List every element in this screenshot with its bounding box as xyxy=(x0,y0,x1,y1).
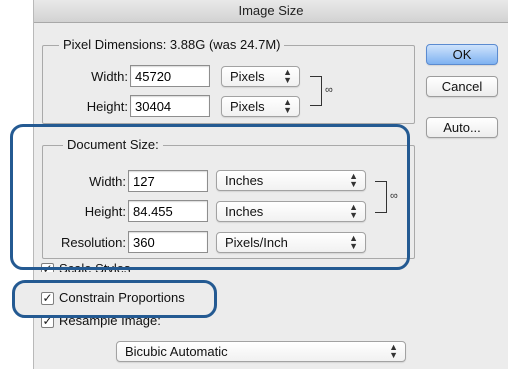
pixel-link-bracket xyxy=(310,76,322,106)
pixel-dimensions-legend: Pixel Dimensions: 3.88G (was 24.7M) xyxy=(59,37,285,52)
up-down-arrows-icon: ▲ ▼ xyxy=(389,342,398,360)
pixel-width-unit-value: Pixels xyxy=(230,69,265,84)
cancel-button[interactable]: Cancel xyxy=(426,76,498,97)
constrain-proportions-label-overlay: Constrain Proportions xyxy=(59,290,185,305)
constrain-proportions-checkbox-overlay[interactable]: ✓ xyxy=(41,292,54,305)
up-down-arrows-icon: ▲ ▼ xyxy=(283,67,292,85)
resample-method-value: Bicubic Automatic xyxy=(125,344,228,359)
up-down-arrows-icon: ▲ ▼ xyxy=(283,97,292,115)
pixel-height-unit-value: Pixels xyxy=(230,99,265,114)
auto-button[interactable]: Auto... xyxy=(426,117,498,138)
pixel-height-input[interactable] xyxy=(130,95,210,117)
ok-button[interactable]: OK xyxy=(426,44,498,65)
dialog-title: Image Size xyxy=(238,3,304,18)
resample-method-select[interactable]: Bicubic Automatic ▲ ▼ xyxy=(116,341,406,362)
pixel-width-unit-select[interactable]: Pixels ▲ ▼ xyxy=(221,66,300,87)
title-bar: Image Size xyxy=(34,0,508,23)
pixel-height-label: Height: xyxy=(86,99,128,114)
pixel-width-input[interactable] xyxy=(130,65,210,87)
pixel-height-unit-select[interactable]: Pixels ▲ ▼ xyxy=(221,96,300,117)
document-size-highlight-ring xyxy=(10,124,410,270)
link-chain-icon: ∞ xyxy=(325,84,333,96)
pixel-width-label: Width: xyxy=(91,69,128,84)
constrain-proportions-highlight-ring: ✓ Constrain Proportions xyxy=(12,280,217,318)
